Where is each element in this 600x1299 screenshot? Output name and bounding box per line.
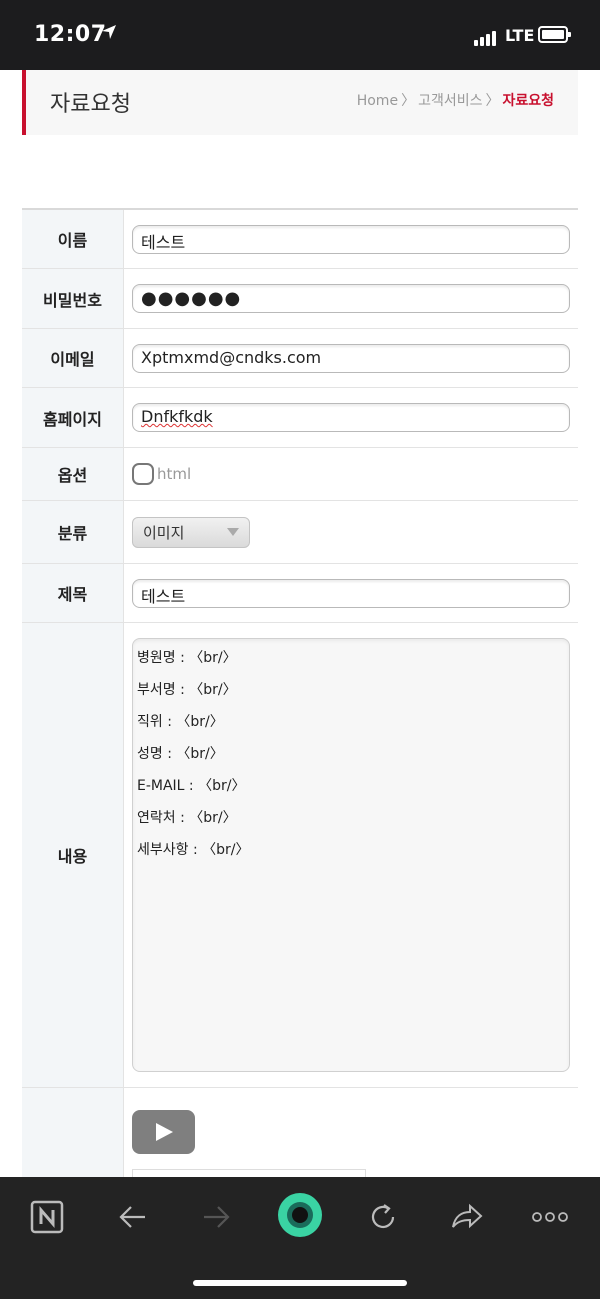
homepage-label: 홈페이지	[22, 388, 124, 447]
more-icon[interactable]	[530, 1197, 570, 1237]
content-line: 성명 : 〈br/〉	[137, 746, 224, 762]
category-select[interactable]: 이미지	[132, 516, 250, 548]
form-row-homepage: 홈페이지 Dnfkfkdk	[22, 388, 578, 448]
homepage-input[interactable]: Dnfkfkdk	[132, 403, 570, 432]
content-line: 세부사항 : 〈br/〉	[137, 842, 250, 858]
breadcrumb-separator: 〉	[401, 93, 416, 109]
request-form: 이름 테스트 비밀번호 ●●●●●● 이메일 Xptmxmd@cndks.com…	[22, 208, 578, 1208]
breadcrumb: Home 〉 고객서비스 〉 자료요청	[357, 90, 554, 110]
captcha-play-button[interactable]	[132, 1110, 195, 1154]
form-row-subject: 제목 테스트	[22, 564, 578, 623]
naver-n-icon[interactable]	[27, 1197, 67, 1237]
network-type: LTE	[505, 26, 535, 45]
location-arrow-icon	[102, 25, 116, 39]
signal-icon	[474, 27, 498, 46]
content-label: 내용	[22, 623, 124, 1087]
form-row-email: 이메일 Xptmxmd@cndks.com	[22, 329, 578, 388]
form-row-name: 이름 테스트	[22, 210, 578, 269]
forward-arrow-icon[interactable]	[196, 1197, 236, 1237]
breadcrumb-home[interactable]: Home	[357, 93, 398, 109]
name-input[interactable]: 테스트	[132, 224, 570, 254]
content-line: 부서명 : 〈br/〉	[137, 682, 237, 698]
content-line: 병원명 : 〈br/〉	[137, 650, 237, 666]
dropdown-arrow-icon	[227, 528, 239, 536]
breadcrumb-separator: 〉	[485, 93, 500, 109]
password-label: 비밀번호	[22, 269, 124, 328]
email-input[interactable]: Xptmxmd@cndks.com	[132, 343, 570, 373]
page-header: 자료요청 Home 〉 고객서비스 〉 자료요청	[22, 70, 578, 135]
content-textarea[interactable]: 병원명 : 〈br/〉 부서명 : 〈br/〉 직위 : 〈br/〉 성명 : …	[132, 638, 570, 1072]
name-label: 이름	[22, 210, 124, 268]
subject-input[interactable]: 테스트	[132, 578, 570, 608]
back-arrow-icon[interactable]	[113, 1197, 153, 1237]
subject-label: 제목	[22, 564, 124, 622]
home-indicator[interactable]	[193, 1280, 407, 1286]
option-label: 옵션	[22, 448, 124, 500]
status-bar: 12:07 LTE	[0, 0, 600, 70]
content-line: 직위 : 〈br/〉	[137, 714, 224, 730]
refresh-icon[interactable]	[363, 1197, 403, 1237]
home-dot-icon[interactable]	[276, 1191, 324, 1239]
category-selected-value: 이미지	[143, 523, 185, 542]
breadcrumb-customer-service[interactable]: 고객서비스	[418, 93, 482, 109]
breadcrumb-current: 자료요청	[502, 93, 554, 109]
form-row-password: 비밀번호 ●●●●●●	[22, 269, 578, 329]
share-icon[interactable]	[447, 1197, 487, 1237]
content-line: E-MAIL : 〈br/〉	[137, 778, 246, 794]
html-checkbox[interactable]	[132, 463, 154, 485]
email-label: 이메일	[22, 329, 124, 387]
status-time: 12:07	[34, 22, 107, 47]
html-checkbox-label[interactable]: html	[157, 465, 191, 483]
form-row-option: 옵션 html	[22, 448, 578, 501]
battery-icon	[538, 26, 571, 43]
form-row-content: 내용 병원명 : 〈br/〉 부서명 : 〈br/〉 직위 : 〈br/〉 성명…	[22, 623, 578, 1088]
content-line: 연락처 : 〈br/〉	[137, 810, 237, 826]
page-title: 자료요청	[50, 92, 131, 117]
form-row-category: 분류 이미지	[22, 501, 578, 564]
captcha-image	[132, 1169, 366, 1177]
category-label: 분류	[22, 501, 124, 563]
password-input[interactable]: ●●●●●●	[132, 284, 570, 313]
